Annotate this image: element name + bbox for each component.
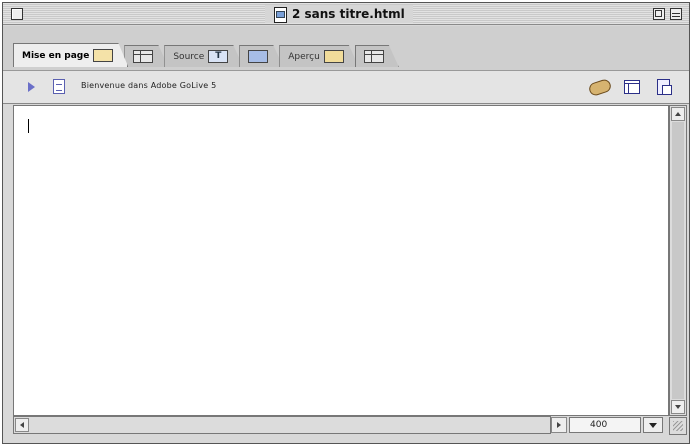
vertical-scrollbar[interactable] [669, 105, 687, 416]
frame-view-icon[interactable] [624, 80, 640, 94]
tab-layout-split[interactable] [124, 45, 168, 67]
tab-preview[interactable]: Aperçu [279, 45, 359, 67]
document-window: 2 sans titre.html Mise en page Source T … [2, 2, 690, 444]
page-properties-icon[interactable] [53, 79, 65, 94]
split-source-icon [248, 50, 268, 63]
source-icon: T [208, 50, 228, 63]
tab-preview-label: Aperçu [288, 51, 320, 62]
document-tools-icon[interactable] [657, 79, 672, 95]
layout-editor-area[interactable] [13, 105, 669, 416]
tab-source[interactable]: Source T [164, 45, 243, 67]
resize-grow-icon[interactable] [669, 417, 687, 435]
window-title: 2 sans titre.html [292, 7, 405, 21]
tab-layout[interactable]: Mise en page [13, 43, 128, 67]
scroll-up-icon[interactable] [671, 107, 685, 121]
horizontal-scrollbar[interactable] [13, 416, 551, 434]
scroll-left-icon[interactable] [15, 418, 29, 432]
scroll-down-icon[interactable] [671, 400, 685, 414]
link-icon[interactable] [587, 77, 613, 98]
tab-source-split[interactable] [239, 45, 283, 67]
vertical-scroll-track[interactable] [672, 122, 684, 399]
tab-preview-split[interactable] [355, 45, 399, 67]
window-title-group: 2 sans titre.html [265, 5, 413, 23]
page-title-label[interactable]: Bienvenue dans Adobe GoLive 5 [81, 81, 216, 90]
html-document-icon[interactable] [273, 6, 287, 23]
layout-icon [93, 49, 113, 62]
width-menu-chevron-down-icon[interactable] [643, 417, 663, 433]
tab-layout-label: Mise en page [22, 50, 90, 61]
collapse-box-icon[interactable] [670, 8, 682, 20]
zoom-box-icon[interactable] [653, 8, 665, 20]
split-preview-icon [364, 50, 384, 63]
scroll-right-icon[interactable] [551, 417, 567, 433]
view-tab-bar: Mise en page Source T Aperçu [3, 26, 689, 70]
preview-icon [324, 50, 344, 63]
disclosure-triangle-icon[interactable] [28, 82, 35, 92]
title-bar[interactable]: 2 sans titre.html [3, 3, 689, 25]
document-toolbar: Bienvenue dans Adobe GoLive 5 [3, 70, 689, 104]
split-layout-icon [133, 50, 153, 63]
tab-source-label: Source [173, 51, 205, 62]
text-caret [28, 119, 29, 133]
view-tabs: Mise en page Source T Aperçu [13, 43, 395, 67]
close-box-icon[interactable] [11, 8, 23, 20]
window-width-field[interactable]: 400 [569, 417, 641, 433]
